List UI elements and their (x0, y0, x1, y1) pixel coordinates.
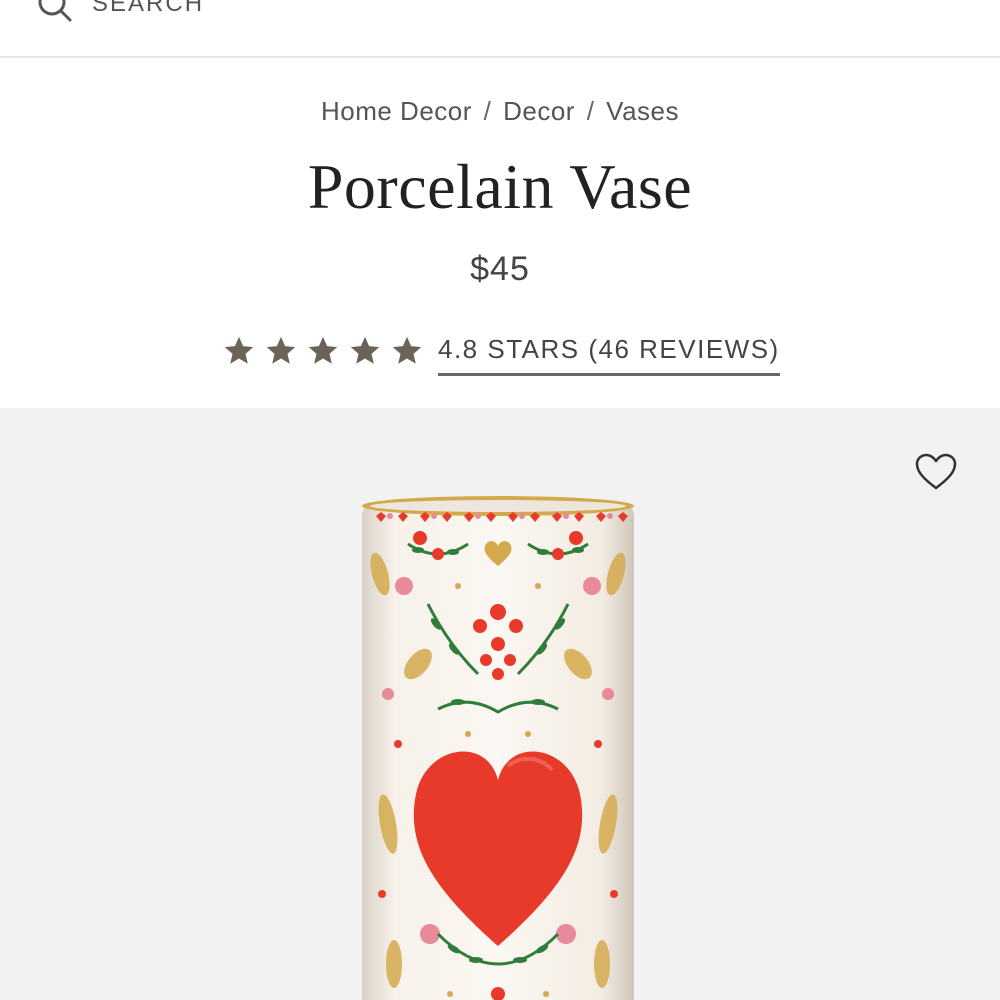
search-icon[interactable] (36, 0, 72, 22)
breadcrumb-item-vases[interactable]: Vases (606, 96, 679, 126)
breadcrumb-separator: / (483, 96, 492, 126)
product-page: SEARCH Home Decor / Decor / Vases Porcel… (0, 0, 1000, 1000)
star-icon (308, 336, 338, 364)
search-label[interactable]: SEARCH (92, 0, 204, 18)
star-rating (222, 334, 432, 368)
reviews-link[interactable]: 4.8 STARS (46 REVIEWS) (438, 334, 780, 376)
product-image[interactable] (358, 494, 638, 1000)
star-icon (224, 336, 254, 364)
star-icon (350, 336, 380, 364)
breadcrumb-item-decor[interactable]: Decor (503, 96, 575, 126)
rating-row: 4.8 STARS (46 REVIEWS) (222, 326, 780, 376)
search-bar[interactable]: SEARCH (0, 0, 1000, 58)
breadcrumb-separator: / (586, 96, 595, 126)
product-title: Porcelain Vase (307, 151, 693, 222)
heart-outline-icon[interactable] (914, 452, 958, 492)
breadcrumb: Home Decor / Decor / Vases (0, 96, 1000, 127)
product-image-area (0, 408, 1000, 1000)
product-price: $45 (470, 250, 530, 288)
star-icon (392, 336, 422, 364)
star-icon (266, 336, 296, 364)
breadcrumb-item-home-decor[interactable]: Home Decor (321, 96, 472, 126)
